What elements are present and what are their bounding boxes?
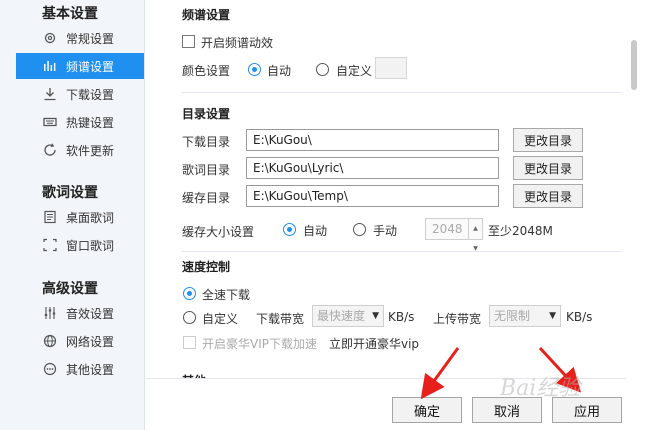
full-speed-label: 全速下载 bbox=[202, 288, 251, 302]
custom-speed-radio[interactable] bbox=[183, 311, 196, 324]
sidebar-item-label: 常规设置 bbox=[66, 31, 115, 46]
chevron-up-icon[interactable]: ▲ bbox=[473, 219, 478, 239]
desktop-lyric-icon bbox=[42, 209, 58, 225]
sidebar-item-update[interactable]: 软件更新 bbox=[16, 137, 144, 163]
download-unit: KB/s bbox=[388, 310, 415, 324]
cache-size-label: 缓存大小设置 bbox=[182, 225, 255, 239]
color-auto-label: 自动 bbox=[267, 64, 292, 78]
sidebar-item-download[interactable]: 下载设置 bbox=[16, 81, 144, 107]
update-icon bbox=[42, 142, 58, 158]
download-dir-label: 下载目录 bbox=[182, 135, 231, 149]
spectrum-icon bbox=[42, 58, 58, 74]
equalizer-icon bbox=[42, 305, 58, 321]
vip-accelerate-checkbox[interactable] bbox=[183, 336, 196, 349]
section-divider bbox=[182, 92, 622, 93]
color-custom-radio[interactable] bbox=[316, 63, 329, 76]
vip-accelerate-label: 开启豪华VIP下载加速 bbox=[202, 337, 317, 351]
download-bandwidth-value: 最快速度 bbox=[317, 309, 366, 323]
download-bandwidth-label: 下载带宽 bbox=[256, 312, 305, 326]
section-title-spectrum: 频谱设置 bbox=[182, 8, 231, 22]
section-divider bbox=[182, 251, 622, 252]
ok-button[interactable]: 确定 bbox=[392, 397, 462, 423]
vip-open-link[interactable]: 立即开通豪华vip bbox=[329, 335, 419, 352]
section-title-directory: 目录设置 bbox=[182, 107, 231, 121]
sidebar-item-label: 网络设置 bbox=[66, 334, 115, 349]
sidebar-item-window-lyric[interactable]: 窗口歌词 bbox=[16, 232, 144, 258]
full-speed-radio[interactable] bbox=[183, 287, 196, 300]
sidebar-item-general[interactable]: 常规设置 bbox=[16, 25, 144, 51]
color-custom-label: 自定义 bbox=[336, 64, 373, 78]
sidebar-item-label: 频谱设置 bbox=[66, 59, 115, 74]
watermark: Bai经验 bbox=[500, 376, 581, 401]
sidebar-item-label: 下载设置 bbox=[66, 87, 115, 102]
cache-min-note: 至少2048M bbox=[488, 224, 553, 238]
change-lyric-dir-button[interactable]: 更改目录 bbox=[513, 156, 583, 180]
cache-auto-radio[interactable] bbox=[283, 223, 296, 236]
section-title-speed: 速度控制 bbox=[182, 260, 231, 274]
upload-bandwidth-value: 无限制 bbox=[494, 309, 531, 323]
sidebar-item-label: 热键设置 bbox=[66, 115, 115, 130]
chevron-down-icon: ▼ bbox=[549, 311, 556, 321]
group-title-basic: 基本设置 bbox=[42, 6, 98, 22]
group-title-advanced: 高级设置 bbox=[42, 281, 98, 297]
sidebar-item-network[interactable]: 网络设置 bbox=[16, 328, 144, 354]
change-download-dir-button[interactable]: 更改目录 bbox=[513, 128, 583, 152]
color-swatch[interactable] bbox=[375, 57, 407, 79]
cache-dir-label: 缓存目录 bbox=[182, 191, 231, 205]
sidebar-item-label: 其他设置 bbox=[66, 362, 115, 377]
cache-auto-label: 自动 bbox=[303, 224, 328, 238]
keyboard-icon bbox=[42, 114, 58, 130]
lyric-dir-label: 歌词目录 bbox=[182, 163, 231, 177]
sidebar-item-label: 窗口歌词 bbox=[66, 238, 115, 253]
cache-manual-label: 手动 bbox=[373, 224, 398, 238]
settings-sidebar: 基本设置 常规设置 频谱设置 下载设置 热键设置 软件更新 歌词设置 桌面歌词 … bbox=[0, 0, 145, 430]
chevron-down-icon: ▼ bbox=[372, 311, 379, 321]
cache-manual-radio[interactable] bbox=[353, 223, 366, 236]
sidebar-item-hotkey[interactable]: 热键设置 bbox=[16, 109, 144, 135]
settings-content: 频谱设置 开启频谱动效 颜色设置 自动 自定义 目录设置 下载目录 E:\KuG… bbox=[146, 0, 626, 378]
sidebar-item-spectrum[interactable]: 频谱设置 bbox=[16, 53, 144, 79]
sidebar-item-desktop-lyric[interactable]: 桌面歌词 bbox=[16, 204, 144, 230]
download-icon bbox=[42, 86, 58, 102]
enable-spectrum-checkbox[interactable] bbox=[182, 35, 195, 48]
sidebar-item-sound-effect[interactable]: 音效设置 bbox=[16, 300, 144, 326]
sidebar-item-other[interactable]: 其他设置 bbox=[16, 356, 144, 382]
scrollbar-thumb[interactable] bbox=[631, 40, 637, 90]
custom-speed-label: 自定义 bbox=[202, 312, 239, 326]
enable-spectrum-label: 开启频谱动效 bbox=[201, 36, 274, 50]
color-setting-label: 颜色设置 bbox=[182, 64, 231, 78]
window-lyric-icon bbox=[42, 237, 58, 253]
upload-unit: KB/s bbox=[566, 310, 593, 324]
lyric-dir-input[interactable]: E:\KuGou\Lyric\ bbox=[246, 157, 499, 179]
cache-size-value: 2048 bbox=[432, 222, 463, 236]
sidebar-item-label: 桌面歌词 bbox=[66, 210, 115, 225]
more-icon bbox=[42, 361, 58, 377]
group-title-lyrics: 歌词设置 bbox=[42, 185, 98, 201]
globe-icon bbox=[42, 333, 58, 349]
chevron-down-icon[interactable]: ▼ bbox=[473, 239, 478, 259]
sidebar-item-label: 音效设置 bbox=[66, 306, 115, 321]
upload-bandwidth-select[interactable]: 无限制 ▼ bbox=[489, 305, 561, 327]
cache-size-stepper[interactable]: 2048 ▲ ▼ bbox=[425, 218, 483, 252]
change-cache-dir-button[interactable]: 更改目录 bbox=[513, 184, 583, 208]
cache-dir-input[interactable]: E:\KuGou\Temp\ bbox=[246, 185, 499, 207]
download-bandwidth-select[interactable]: 最快速度 ▼ bbox=[312, 305, 384, 327]
stepper-arrows[interactable]: ▲ ▼ bbox=[468, 219, 482, 252]
sidebar-item-label: 软件更新 bbox=[66, 143, 115, 158]
color-auto-radio[interactable] bbox=[248, 63, 261, 76]
upload-bandwidth-label: 上传带宽 bbox=[433, 312, 482, 326]
gear-icon bbox=[42, 30, 58, 46]
download-dir-input[interactable]: E:\KuGou\ bbox=[246, 129, 499, 151]
